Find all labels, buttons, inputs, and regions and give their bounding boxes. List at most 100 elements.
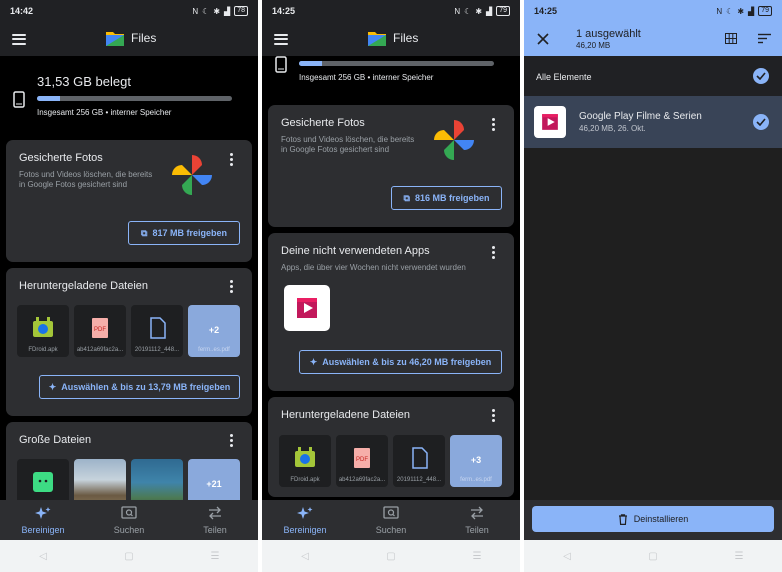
more-options-icon[interactable]: [230, 280, 233, 293]
file-thumb[interactable]: PDF ab412a69fac2a...: [336, 435, 388, 487]
more-options-icon[interactable]: [230, 434, 233, 447]
unused-app-thumb[interactable]: [284, 285, 330, 331]
google-photos-icon: [172, 155, 212, 195]
back-icon[interactable]: ◁: [560, 551, 574, 562]
photo-thumb[interactable]: [131, 459, 183, 500]
storage-used: 31,53 GB belegt: [37, 74, 131, 89]
pdf-icon: PDF: [92, 318, 108, 338]
more-files-thumb[interactable]: +2 ferm..es.pdf: [188, 305, 240, 357]
file-name: FDroid.apk: [28, 347, 58, 353]
status-bar: 14:42 N ☾ ✱ ▟ 78: [0, 0, 258, 22]
nav-share[interactable]: Teilen: [172, 500, 258, 540]
system-navigation: ◁ ▢ ☰: [524, 540, 782, 572]
button-label: Deinstallieren: [633, 514, 689, 524]
unused-apps-card[interactable]: Deine nicht verwendeten Apps Apps, die ü…: [268, 233, 514, 391]
photo-thumb[interactable]: [74, 459, 126, 500]
file-thumb[interactable]: PDF ab412a69fac2a...: [74, 305, 126, 357]
home-icon[interactable]: ▢: [646, 551, 660, 562]
nav-clean[interactable]: Bereinigen: [0, 500, 86, 540]
home-icon[interactable]: ▢: [122, 551, 136, 562]
button-label: Auswählen & bis zu 46,20 MB freigeben: [322, 357, 492, 367]
downloaded-files-card[interactable]: Heruntergeladene Dateien FDroid.apk PDF …: [6, 268, 252, 416]
more-options-icon[interactable]: [492, 246, 495, 259]
storage-total: Insgesamt 256 GB • interner Speicher: [37, 108, 172, 117]
nav-search[interactable]: Suchen: [86, 500, 172, 540]
status-time: 14:42: [10, 6, 34, 16]
app-title: Files: [131, 31, 157, 45]
app-bar: Files: [262, 22, 520, 56]
card-title: Heruntergeladene Dateien: [281, 409, 411, 421]
app-name: Google Play Filme & Serien: [579, 111, 702, 122]
large-files-card[interactable]: Große Dateien +21: [6, 422, 252, 500]
status-time: 14:25: [272, 6, 296, 16]
more-files-thumb[interactable]: +3 ferm..es.pdf: [450, 435, 502, 487]
phone-screen-files-clean: 14:42 N ☾ ✱ ▟ 78 Files 31,53 GB belegt I…: [0, 0, 258, 572]
card-title: Große Dateien: [19, 434, 92, 446]
backed-up-photos-card[interactable]: Gesicherte Fotos Fotos und Videos lösche…: [268, 105, 514, 227]
battery-icon: 78: [234, 6, 248, 16]
nav-label: Suchen: [375, 525, 407, 535]
sort-icon[interactable]: [758, 33, 771, 44]
file-thumb[interactable]: 20191112_448...: [393, 435, 445, 487]
file-thumb[interactable]: [17, 459, 69, 500]
recents-icon[interactable]: ☰: [732, 551, 746, 562]
recents-icon[interactable]: ☰: [208, 551, 222, 562]
app-list-item[interactable]: Google Play Filme & Serien 46,20 MB, 26.…: [524, 96, 782, 148]
nav-share[interactable]: Teilen: [434, 500, 520, 540]
signal-icon: ▟: [224, 6, 231, 16]
file-thumb[interactable]: FDroid.apk: [279, 435, 331, 487]
more-files-thumb[interactable]: +21: [188, 459, 240, 500]
svg-text:PDF: PDF: [356, 457, 368, 463]
battery-icon: 79: [496, 6, 510, 16]
downloaded-files-card[interactable]: Heruntergeladene Dateien FDroid.apk PDF …: [268, 397, 514, 497]
app-checkbox[interactable]: [753, 114, 769, 130]
back-icon[interactable]: ◁: [36, 551, 50, 562]
nav-label: Teilen: [203, 525, 227, 535]
open-external-icon: ⧉: [141, 227, 148, 238]
select-all-label: Alle Elemente: [536, 72, 592, 82]
files-logo-icon: [368, 32, 386, 46]
bottom-navigation: Bereinigen Suchen Teilen: [262, 500, 520, 540]
system-navigation: ◁ ▢ ☰: [262, 540, 520, 572]
more-options-icon[interactable]: [492, 409, 495, 422]
bluetooth-icon: ✱: [737, 6, 745, 16]
select-free-apps-button[interactable]: ✦ Auswählen & bis zu 46,20 MB freigeben: [299, 350, 502, 374]
back-icon[interactable]: ◁: [298, 551, 312, 562]
phone-screen-app-selection: 14:25 N ☾ ✱ ▟ 79 1 ausgewählt 46,20 MB A…: [524, 0, 782, 572]
button-label: 817 MB freigeben: [152, 228, 227, 238]
grid-view-icon[interactable]: [725, 33, 737, 44]
hamburger-menu-icon[interactable]: [274, 33, 288, 45]
free-photos-button[interactable]: ⧉ 817 MB freigeben: [128, 221, 240, 245]
close-icon[interactable]: [537, 33, 549, 45]
select-all-row[interactable]: Alle Elemente: [524, 56, 782, 96]
selection-count: 1 ausgewählt: [576, 28, 641, 40]
file-thumb[interactable]: FDroid.apk: [17, 305, 69, 357]
card-title: Heruntergeladene Dateien: [19, 280, 149, 292]
file-name: FDroid.apk: [290, 477, 320, 483]
file-name: 20191112_448...: [134, 347, 180, 353]
hamburger-menu-icon[interactable]: [12, 33, 26, 45]
file-thumb[interactable]: 20191112_448...: [131, 305, 183, 357]
select-free-downloads-button[interactable]: ✦ Auswählen & bis zu 13,79 MB freigeben: [39, 375, 240, 399]
backed-up-photos-card[interactable]: Gesicherte Fotos Fotos und Videos lösche…: [6, 140, 252, 262]
nav-clean[interactable]: Bereinigen: [262, 500, 348, 540]
phone-storage-icon: [275, 56, 287, 73]
sparkle-icon: [35, 507, 51, 519]
select-all-checkbox[interactable]: [753, 68, 769, 84]
card-title: Gesicherte Fotos: [19, 152, 103, 164]
android-icon: [33, 472, 53, 492]
status-icons: N ☾ ✱ ▟ 79: [454, 6, 510, 16]
uninstall-button[interactable]: Deinstallieren: [532, 506, 774, 532]
phone-storage-icon: [13, 91, 25, 108]
recents-icon[interactable]: ☰: [470, 551, 484, 562]
file-name: ferm..es.pdf: [460, 477, 492, 483]
free-photos-button[interactable]: ⧉ 816 MB freigeben: [391, 186, 502, 210]
more-options-icon[interactable]: [230, 153, 233, 166]
home-icon[interactable]: ▢: [384, 551, 398, 562]
pdf-icon: PDF: [354, 448, 370, 468]
storage-progress-fill: [37, 96, 61, 101]
play-movies-icon: [297, 298, 317, 318]
more-options-icon[interactable]: [492, 118, 495, 131]
nav-search[interactable]: Suchen: [348, 500, 434, 540]
system-navigation: ◁ ▢ ☰: [0, 540, 258, 572]
